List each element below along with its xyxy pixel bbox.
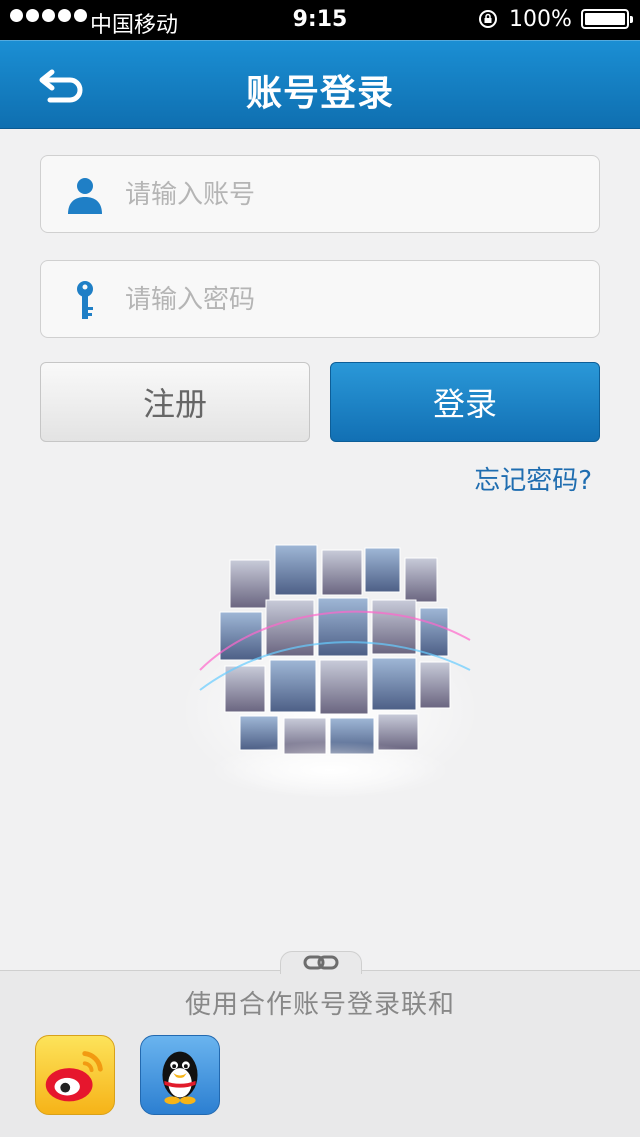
navigation-bar: 账号登录: [0, 40, 640, 129]
forgot-password-link[interactable]: 忘记密码?: [474, 460, 592, 497]
weibo-login-button[interactable]: [35, 1035, 115, 1115]
account-input[interactable]: [123, 156, 587, 234]
battery-icon: [581, 9, 633, 29]
password-field[interactable]: [40, 260, 600, 339]
link-tab: [280, 951, 362, 974]
partner-login-panel: 使用合作账号登录联和: [0, 951, 640, 1137]
user-icon: [68, 178, 102, 214]
rotation-lock-icon: [479, 10, 497, 28]
login-button[interactable]: 登录: [330, 362, 600, 442]
battery-percent: 100%: [509, 7, 572, 32]
key-icon: [77, 281, 93, 319]
account-field[interactable]: [40, 155, 600, 234]
partner-login-hint: 使用合作账号登录联和: [184, 990, 455, 1020]
chain-link-icon: [303, 955, 339, 970]
password-input[interactable]: [123, 261, 587, 339]
status-bar: 中国移动 9:15 100%: [0, 0, 640, 40]
weibo-icon: [45, 1051, 103, 1102]
page-title: 账号登录: [245, 73, 394, 114]
qq-login-button[interactable]: [140, 1035, 220, 1115]
app-cube-illustration: [180, 544, 480, 800]
qq-icon: [162, 1051, 198, 1105]
register-button[interactable]: 注册: [40, 362, 310, 442]
